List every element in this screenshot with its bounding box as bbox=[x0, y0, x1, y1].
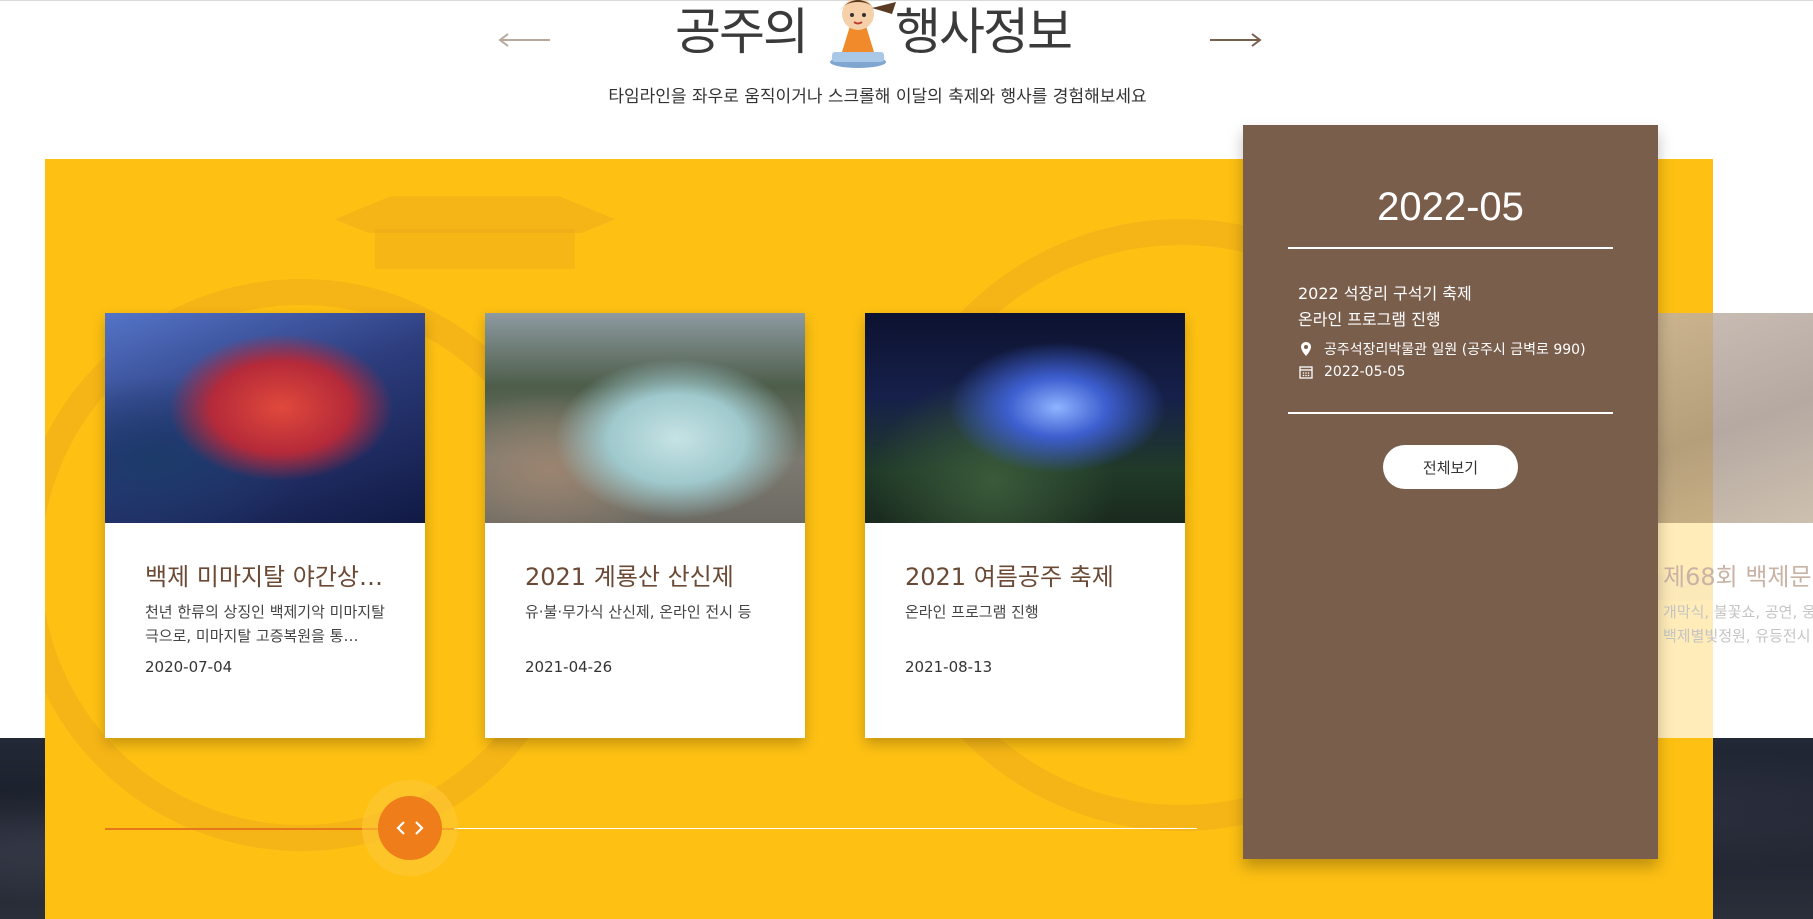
event-photo bbox=[1658, 313, 1813, 523]
calendar-icon bbox=[1299, 366, 1313, 379]
arrow-left-icon bbox=[498, 33, 550, 47]
event-description: 유·불·무가식 산신제, 온라인 전시 등 bbox=[525, 603, 752, 621]
event-description: 개막식, 불꽃쇼, 공연, 웅 백제별빛정원, 유등전시 bbox=[1663, 600, 1813, 648]
event-description-line: 백제별빛정원, 유등전시 bbox=[1663, 627, 1811, 645]
event-description: 천년 한류의 상징인 백제기악 미마지탈극으로, 미마지탈 고증복원을 통… bbox=[145, 603, 385, 645]
drag-handle-knob bbox=[378, 796, 442, 860]
featured-date: 2022-05-05 bbox=[1298, 364, 1405, 380]
next-event-card[interactable]: 제68회 백제문 개막식, 불꽃쇼, 공연, 웅 백제별빛정원, 유등전시 bbox=[1658, 313, 1813, 738]
decorative-roof-shape bbox=[335, 196, 615, 233]
event-title: 백제 미마지탈 야간상설공연 bbox=[145, 563, 390, 591]
event-date: 2021-04-26 bbox=[525, 658, 613, 676]
event-description: 온라인 프로그램 진행 bbox=[905, 603, 1039, 621]
section-header: 공주의 행사정보 bbox=[0, 0, 1813, 70]
event-date: 2020-07-04 bbox=[145, 658, 233, 676]
event-photo bbox=[865, 313, 1185, 523]
event-title: 2021 여름공주 축제 bbox=[905, 563, 1114, 591]
featured-date-text: 2022-05-05 bbox=[1324, 364, 1406, 380]
section-title-part2: 행사정보 bbox=[895, 3, 1073, 61]
decorative-gate-shape bbox=[375, 229, 575, 269]
event-card[interactable]: 2021 여름공주 축제 온라인 프로그램 진행 2021-08-13 bbox=[865, 313, 1185, 738]
event-photo bbox=[105, 313, 425, 523]
timeline-drag-handle[interactable] bbox=[362, 780, 458, 876]
prev-arrow-button[interactable] bbox=[494, 22, 554, 52]
event-title: 2021 계룡산 산신제 bbox=[525, 563, 734, 591]
arrow-right-icon bbox=[1210, 33, 1262, 47]
featured-month: 2022-05 bbox=[1377, 185, 1524, 229]
featured-title-line: 온라인 프로그램 진행 bbox=[1298, 310, 1441, 329]
featured-title: 2022 석장리 구석기 축제 온라인 프로그램 진행 bbox=[1298, 281, 1472, 333]
mascot-character-icon bbox=[830, 0, 896, 68]
section-subtitle: 타임라인을 좌우로 움직이거나 스크롤해 이달의 축제와 행사를 경험해보세요 bbox=[608, 87, 1147, 107]
event-card[interactable]: 2021 계룡산 산신제 유·불·무가식 산신제, 온라인 전시 등 2021-… bbox=[485, 313, 805, 738]
view-all-button[interactable]: 전체보기 bbox=[1383, 445, 1518, 489]
event-date: 2021-08-13 bbox=[905, 658, 993, 676]
location-pin-icon bbox=[1301, 342, 1311, 356]
featured-title-line: 2022 석장리 구석기 축제 bbox=[1298, 284, 1472, 303]
divider bbox=[1288, 247, 1613, 249]
featured-location: 공주석장리박물관 일원 (공주시 금벽로 990) bbox=[1298, 339, 1586, 359]
event-card[interactable]: 백제 미마지탈 야간상설공연 천년 한류의 상징인 백제기악 미마지탈극으로, … bbox=[105, 313, 425, 738]
chevron-left-right-icon bbox=[396, 821, 424, 835]
event-title: 제68회 백제문 bbox=[1663, 563, 1812, 591]
featured-location-text: 공주석장리박물관 일원 (공주시 금벽로 990) bbox=[1324, 342, 1586, 358]
featured-event-panel: 2022-05 2022 석장리 구석기 축제 온라인 프로그램 진행 공주석장… bbox=[1243, 125, 1658, 859]
divider bbox=[1288, 412, 1613, 414]
section-title-part1: 공주의 bbox=[675, 3, 809, 61]
event-description-line: 개막식, 불꽃쇼, 공연, 웅 bbox=[1663, 603, 1813, 621]
next-arrow-button[interactable] bbox=[1206, 22, 1266, 52]
event-photo bbox=[485, 313, 805, 523]
